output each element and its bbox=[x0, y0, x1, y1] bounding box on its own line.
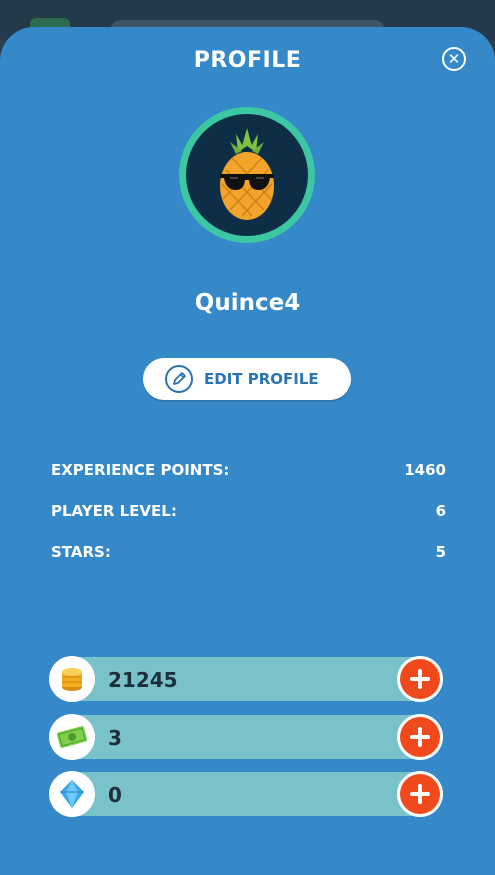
stat-label-experience: EXPERIENCE POINTS: bbox=[51, 461, 230, 479]
currency-bar-diamonds bbox=[72, 772, 440, 816]
add-cash-button[interactable] bbox=[397, 714, 443, 760]
add-diamonds-button[interactable] bbox=[397, 771, 443, 817]
stat-value-stars: 5 bbox=[435, 543, 446, 561]
add-coins-button[interactable] bbox=[397, 656, 443, 702]
page-title: PROFILE bbox=[193, 48, 302, 73]
currency-bar-cash bbox=[72, 715, 440, 759]
stat-label-level: PLAYER LEVEL: bbox=[51, 502, 177, 520]
plus-icon bbox=[400, 774, 440, 814]
edit-profile-label: EDIT PROFILE bbox=[204, 370, 319, 388]
close-icon: ✕ bbox=[447, 49, 461, 68]
plus-icon bbox=[400, 659, 440, 699]
currency-value-cash: 3 bbox=[108, 726, 122, 750]
pencil-icon bbox=[165, 365, 193, 393]
stat-value-level: 6 bbox=[435, 502, 446, 520]
stat-value-experience: 1460 bbox=[404, 461, 446, 479]
username: Quince4 bbox=[194, 290, 301, 316]
edit-profile-button[interactable]: EDIT PROFILE bbox=[143, 358, 351, 400]
stat-label-stars: STARS: bbox=[51, 543, 111, 561]
close-button[interactable]: ✕ bbox=[442, 47, 466, 71]
coins-icon bbox=[49, 656, 95, 702]
pineapple-icon bbox=[220, 128, 274, 220]
diamond-icon bbox=[49, 771, 95, 817]
plus-icon bbox=[400, 717, 440, 757]
currency-value-diamonds: 0 bbox=[108, 783, 122, 807]
currency-value-coins: 21245 bbox=[108, 668, 178, 692]
avatar bbox=[186, 114, 308, 236]
cash-icon bbox=[49, 714, 95, 760]
